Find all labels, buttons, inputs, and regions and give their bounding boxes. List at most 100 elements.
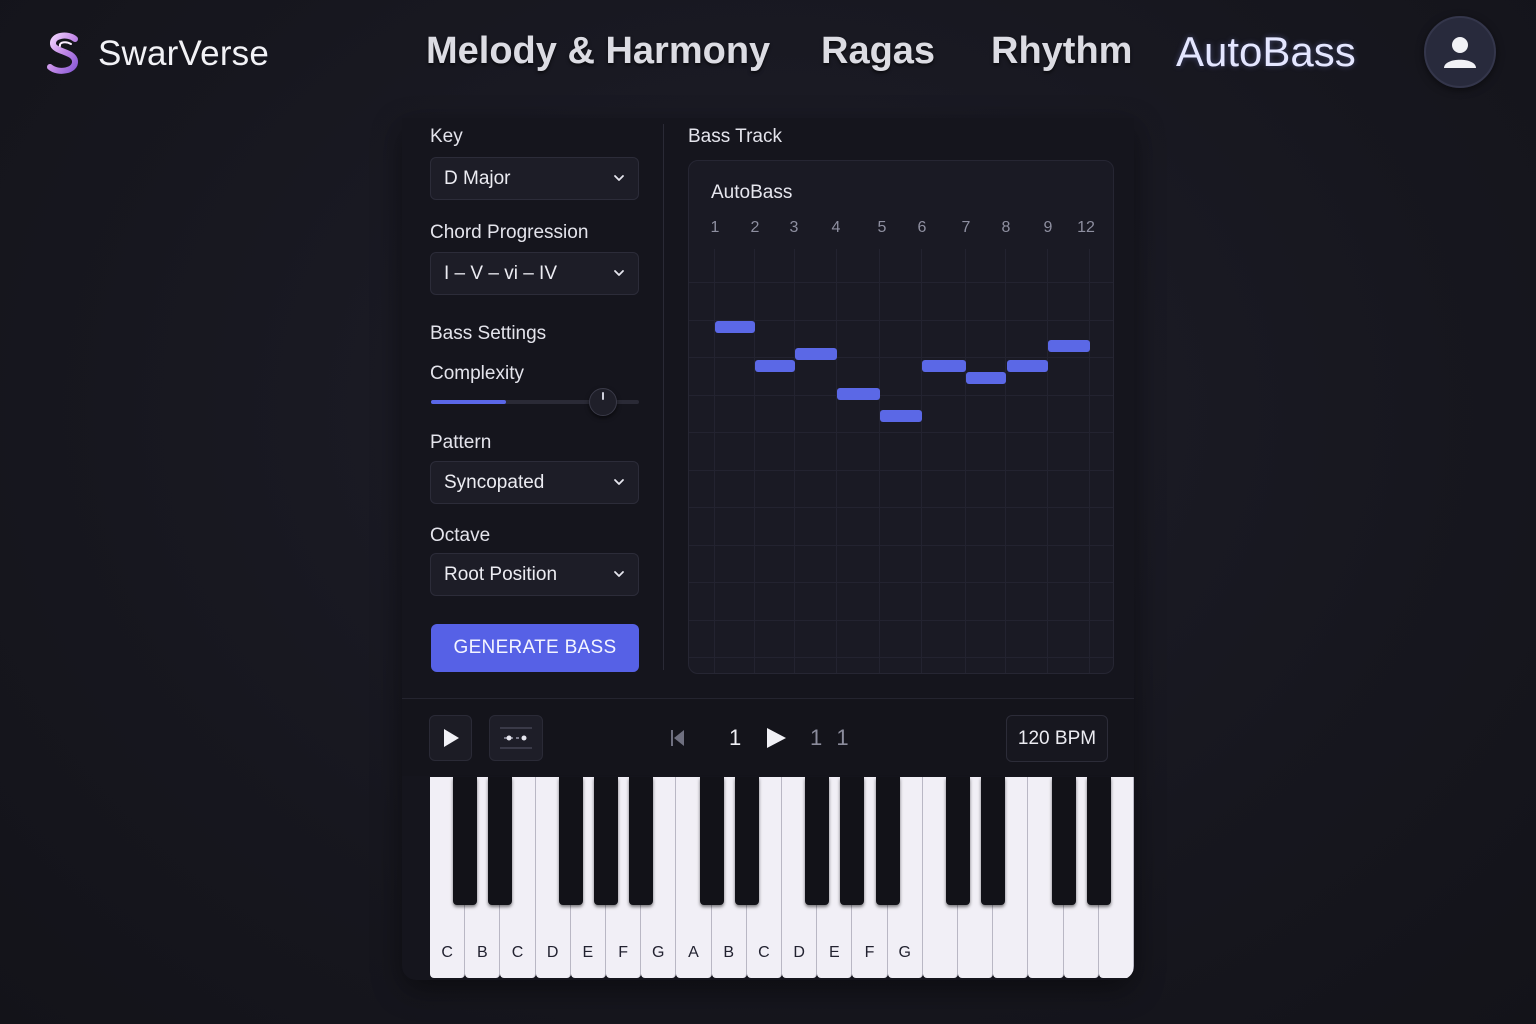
chevron-down-icon	[614, 270, 624, 276]
pattern-label: Pattern	[430, 432, 492, 453]
bass-note[interactable]	[966, 372, 1006, 384]
piano-key-label: D	[546, 944, 559, 961]
grid-line	[689, 582, 1113, 583]
beat-number: 12	[1077, 219, 1095, 236]
play-icon[interactable]	[764, 726, 788, 750]
piano-black-key[interactable]	[946, 777, 970, 905]
complexity-slider-fill	[431, 400, 506, 404]
key-select[interactable]: D Major	[430, 157, 639, 200]
grid-line	[689, 357, 1113, 358]
grid-line	[689, 395, 1113, 396]
piano-key-label: C	[758, 944, 770, 961]
piano-black-key[interactable]	[558, 777, 583, 905]
key-label: Key	[430, 126, 463, 147]
complexity-slider-knob[interactable]	[589, 388, 617, 416]
grid-line	[1047, 249, 1048, 673]
beat-number: 9	[1043, 219, 1053, 236]
piano-key-label: A	[688, 944, 699, 961]
current-bar: 1	[729, 725, 742, 750]
transport-bar: 1 1 1 120 BPM	[402, 698, 1134, 776]
bass-note[interactable]	[755, 360, 795, 372]
grid-line	[689, 657, 1113, 658]
beat-number: 1	[710, 219, 720, 236]
piano-key-label: C	[511, 944, 524, 961]
nav-autobass[interactable]: AutoBass	[1176, 28, 1356, 76]
piano-black-key[interactable]	[594, 777, 618, 905]
piano-key-label: B	[476, 944, 488, 961]
tempo-display[interactable]: 120 BPM	[1006, 715, 1108, 762]
piano-keyboard: CBCDEFGABCDEFG	[430, 777, 1134, 978]
beat-number: 5	[877, 219, 887, 236]
top-navigation: SwarVerse Melody & Harmony Ragas Rhythm …	[0, 0, 1536, 110]
bass-note[interactable]	[922, 360, 966, 372]
grid-line	[689, 432, 1113, 433]
grid-line	[689, 282, 1113, 283]
grid-line	[921, 249, 922, 673]
track-box-title: AutoBass	[711, 182, 793, 203]
complexity-label: Complexity	[430, 363, 524, 384]
piano-black-key[interactable]	[1051, 777, 1076, 905]
piano-black-key[interactable]	[981, 777, 1006, 905]
octave-select[interactable]: Root Position	[430, 553, 639, 596]
piano-black-key[interactable]	[840, 777, 865, 905]
play-icon	[443, 729, 459, 747]
bass-settings-heading: Bass Settings	[430, 323, 547, 344]
play-button[interactable]	[429, 715, 472, 761]
grid-line	[1089, 249, 1090, 673]
piano-key-label: F	[864, 944, 875, 961]
pattern-select-value: Syncopated	[444, 471, 545, 493]
piano-roll-grid[interactable]	[689, 249, 1113, 673]
chevron-down-icon	[614, 479, 624, 485]
skip-back-icon[interactable]	[670, 729, 686, 747]
beat-number: 4	[831, 219, 841, 236]
loop-icon	[500, 727, 532, 749]
column-divider	[663, 124, 664, 670]
bass-note[interactable]	[880, 410, 922, 422]
piano-key-label: E	[828, 944, 840, 961]
key-select-value: D Major	[444, 167, 511, 189]
piano-black-key[interactable]	[805, 777, 830, 905]
autobass-panel: Key D Major Chord Progression I – V – vi…	[402, 118, 1134, 980]
total-bars: 1 1	[810, 725, 853, 750]
piano-key-label: E	[582, 944, 594, 961]
beat-number: 6	[917, 219, 927, 236]
octave-select-value: Root Position	[444, 563, 558, 585]
bass-note[interactable]	[1048, 340, 1090, 352]
bass-note[interactable]	[837, 388, 880, 400]
piano-key-label: B	[723, 944, 735, 961]
piano-black-key[interactable]	[699, 777, 724, 905]
piano-key-label: G	[898, 944, 911, 961]
grid-line	[754, 249, 755, 673]
bass-note[interactable]	[795, 348, 837, 360]
brand[interactable]: SwarVerse	[44, 32, 269, 76]
user-avatar-button[interactable]	[1424, 16, 1496, 88]
chord-progression-label: Chord Progression	[430, 222, 589, 243]
generate-bass-button[interactable]: GENERATE BASS	[431, 624, 639, 672]
piano-black-key[interactable]	[629, 777, 654, 905]
user-icon	[1444, 37, 1476, 68]
piano-black-key[interactable]	[488, 777, 513, 905]
bass-note[interactable]	[1007, 360, 1048, 372]
nav-rhythm[interactable]: Rhythm	[991, 30, 1132, 73]
swarverse-s-logo-icon	[47, 32, 78, 74]
piano-black-key[interactable]	[734, 777, 759, 905]
chevron-down-icon	[614, 571, 624, 577]
piano-black-key[interactable]	[453, 777, 478, 905]
grid-line	[879, 249, 880, 673]
bass-note[interactable]	[715, 321, 755, 333]
settings-column: Key D Major Chord Progression I – V – vi…	[402, 118, 664, 698]
piano-key-label: G	[652, 944, 665, 961]
piano-black-key[interactable]	[875, 777, 900, 905]
grid-line	[965, 249, 966, 673]
pattern-select[interactable]: Syncopated	[430, 461, 639, 504]
grid-line	[836, 249, 837, 673]
chord-progression-select[interactable]: I – V – vi – IV	[430, 252, 639, 295]
piano-black-key[interactable]	[1086, 777, 1111, 905]
nav-ragas[interactable]: Ragas	[821, 30, 935, 73]
grid-line	[714, 249, 715, 673]
grid-line	[1005, 249, 1006, 673]
grid-line	[689, 507, 1113, 508]
grid-line	[689, 470, 1113, 471]
loop-button[interactable]	[489, 715, 543, 761]
nav-melody-harmony[interactable]: Melody & Harmony	[426, 30, 770, 73]
